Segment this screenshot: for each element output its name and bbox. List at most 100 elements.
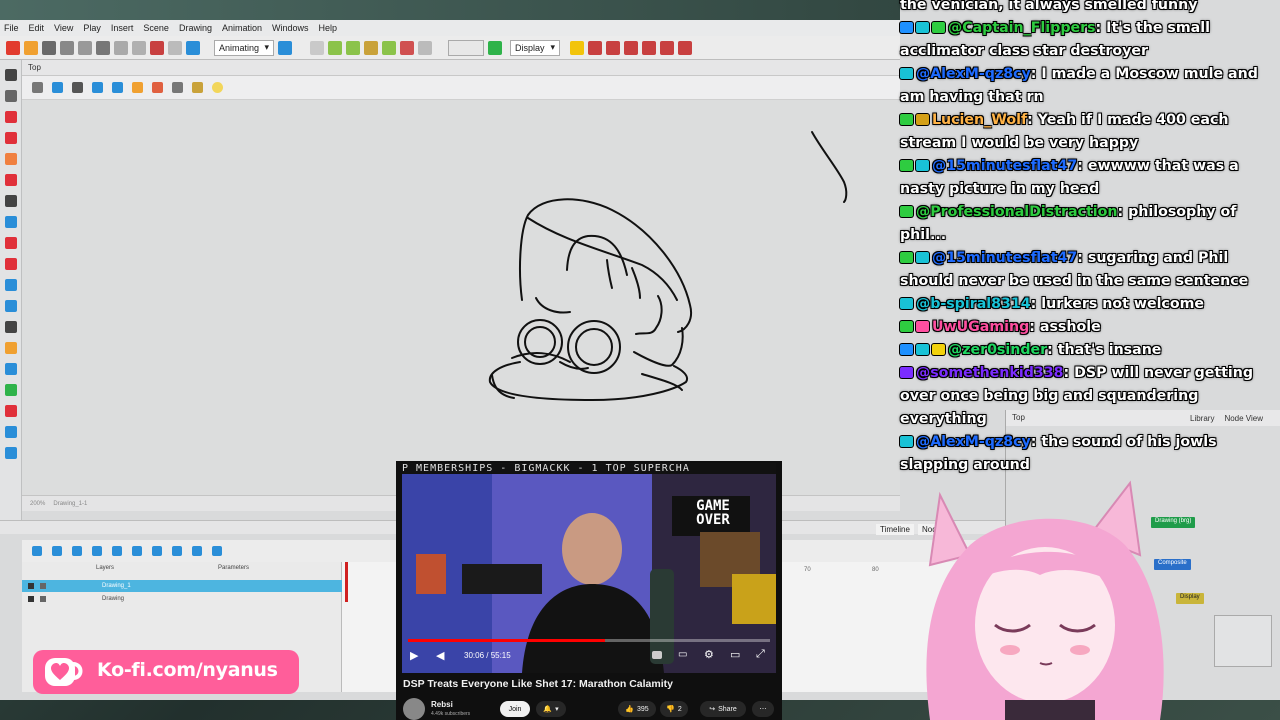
progress-bar[interactable] (408, 639, 770, 642)
next-frame-icon[interactable] (172, 546, 182, 556)
menu-scene[interactable]: Scene (143, 23, 169, 33)
lock-icon[interactable] (132, 82, 143, 93)
import-icon[interactable] (78, 40, 92, 55)
color-wheel-icon[interactable] (4, 426, 17, 438)
onion-icon[interactable] (112, 546, 122, 556)
red-marker-icon[interactable] (660, 40, 674, 55)
red-marker-icon[interactable] (588, 40, 602, 55)
dropper-tool-icon[interactable] (4, 258, 17, 270)
stop-icon[interactable] (132, 546, 142, 556)
red-marker-icon[interactable] (624, 40, 638, 55)
playhead[interactable] (345, 562, 348, 602)
fullscreen-icon[interactable]: ⤢ (756, 648, 765, 661)
video-player[interactable]: P MEMBERSHIPS - BIGMACKK - 1 TOP SUPERCH… (402, 463, 776, 673)
layer-row[interactable]: Drawing_1 (22, 580, 342, 592)
rotate-icon[interactable] (112, 82, 123, 93)
smooth-tool-icon[interactable] (4, 300, 17, 312)
menu-windows[interactable]: Windows (272, 23, 309, 33)
menu-play[interactable]: Play (83, 23, 101, 33)
cut-icon[interactable] (132, 40, 146, 55)
lightbulb-icon[interactable] (570, 40, 584, 55)
play-backward-icon[interactable] (92, 546, 102, 556)
video-title[interactable]: DSP Treats Everyone Like Shet 17: Marath… (403, 678, 673, 690)
sound-icon[interactable] (212, 546, 222, 556)
loop-icon[interactable] (72, 546, 82, 556)
camera-icon[interactable] (364, 40, 378, 55)
eraser-tool-icon[interactable] (4, 153, 17, 165)
theater-mode-icon[interactable]: ▭ (730, 648, 740, 661)
save-as-icon[interactable] (60, 40, 74, 55)
menu-drawing[interactable]: Drawing (179, 23, 212, 33)
join-button[interactable]: Join (500, 701, 530, 717)
menu-file[interactable]: File (4, 23, 19, 33)
symbol-icon[interactable] (382, 40, 396, 55)
align-icon[interactable] (92, 82, 103, 93)
grid-toggle-icon[interactable] (32, 82, 43, 93)
workspace-menu-icon[interactable] (278, 40, 292, 55)
pen-icon[interactable] (152, 82, 163, 93)
menu-insert[interactable]: Insert (111, 23, 134, 33)
visibility-icon[interactable] (28, 583, 34, 589)
settings-gear-icon[interactable]: ⚙ (704, 648, 714, 661)
first-frame-icon[interactable] (32, 546, 42, 556)
animate-mode-icon[interactable] (488, 40, 502, 55)
save-icon[interactable] (42, 40, 56, 55)
paste-icon[interactable] (168, 40, 182, 55)
red-marker-icon[interactable] (678, 40, 692, 55)
visibility-icon[interactable] (28, 596, 34, 602)
transform-tool-icon[interactable] (4, 363, 17, 375)
shape-tool-icon[interactable] (4, 216, 17, 228)
menu-animation[interactable]: Animation (222, 23, 262, 33)
cutter-tool-icon[interactable] (4, 279, 17, 291)
peg-icon[interactable] (400, 40, 414, 55)
hand-tool-icon[interactable] (4, 321, 17, 333)
open-folder-icon[interactable] (24, 40, 38, 55)
channel-name[interactable]: Rebsi (431, 700, 453, 709)
more-options-button[interactable]: ⋯ (752, 701, 774, 717)
drawing-canvas[interactable] (22, 100, 900, 495)
contour-tool-icon[interactable] (4, 90, 17, 102)
layer-row[interactable]: Drawing (22, 593, 342, 605)
red-marker-icon[interactable] (642, 40, 656, 55)
autoplay-toggle-icon[interactable] (652, 651, 662, 659)
play-icon[interactable] (152, 546, 162, 556)
render-icon[interactable] (186, 40, 200, 55)
frame-dropdown[interactable] (448, 39, 484, 56)
light-bulb-icon[interactable] (212, 82, 223, 93)
onion-skin-icon[interactable] (328, 40, 342, 55)
rigging-tool-icon[interactable] (4, 384, 17, 396)
menu-help[interactable]: Help (319, 23, 338, 33)
display-dropdown[interactable]: Display ▾ (510, 39, 560, 56)
stroke-tool-icon[interactable] (4, 174, 17, 186)
tool-presets-icon[interactable] (4, 447, 17, 459)
node-navigator[interactable] (1214, 615, 1272, 667)
channel-avatar[interactable] (403, 698, 425, 720)
zoom-level[interactable]: 200% (30, 501, 45, 507)
select-tool-icon[interactable] (4, 69, 17, 81)
captions-icon[interactable]: ▭ (678, 649, 687, 660)
text-tool-icon[interactable] (4, 195, 17, 207)
paint-tool-icon[interactable] (4, 237, 17, 249)
layer-icon[interactable] (418, 40, 432, 55)
menu-edit[interactable]: Edit (29, 23, 45, 33)
camera-view-tab[interactable]: Top (22, 60, 900, 76)
timeline-tab[interactable]: Timeline (876, 524, 914, 535)
color-picker-icon[interactable] (192, 82, 203, 93)
bone-tool-icon[interactable] (4, 405, 17, 417)
undo-icon[interactable] (96, 40, 110, 55)
dislike-button[interactable]: 👎 2 (660, 701, 688, 717)
brush-tool-icon[interactable] (4, 111, 17, 123)
grid-icon[interactable] (310, 40, 324, 55)
menu-view[interactable]: View (54, 23, 73, 33)
zoom-tool-icon[interactable] (4, 342, 17, 354)
volume-icon[interactable]: ◀ (436, 649, 444, 662)
notification-bell-button[interactable]: 🔔 ▾ (536, 701, 566, 717)
share-button[interactable]: ↪ Share (700, 701, 746, 717)
lock-icon[interactable] (40, 596, 46, 602)
brush-preview-icon[interactable] (172, 82, 183, 93)
play-icon[interactable]: ▶ (410, 649, 418, 662)
view-mode-icon[interactable] (52, 82, 63, 93)
light-table-icon[interactable] (346, 40, 360, 55)
red-marker-icon[interactable] (606, 40, 620, 55)
workspace-dropdown[interactable]: Animating ▾ (214, 39, 274, 56)
